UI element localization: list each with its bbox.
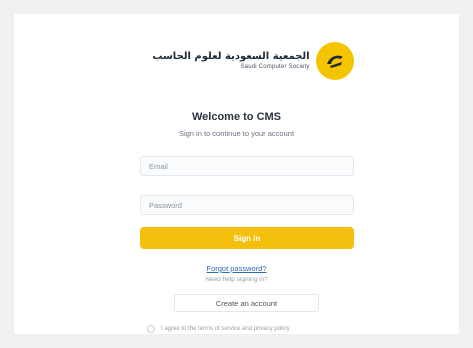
- logo-arabic-name: الجمعية السعودية لعلوم الحاسب: [152, 51, 310, 62]
- logo-mark-icon: [315, 42, 354, 80]
- password-field[interactable]: [140, 195, 354, 215]
- page-title: Welcome to CMS: [191, 111, 282, 123]
- logo-text: الجمعية السعودية لعلوم الحاسب Saudi Comp…: [152, 51, 309, 71]
- terms-row: I agree to the terms of service and priv…: [147, 323, 347, 335]
- login-card: الجمعية السعودية لعلوم الحاسب Saudi Comp…: [14, 14, 459, 334]
- create-account-button[interactable]: Create an account: [174, 294, 319, 312]
- terms-text: I agree to the terms of service and priv…: [161, 326, 290, 332]
- forgot-password-link[interactable]: Forgot password?: [14, 264, 459, 273]
- help-text: Need help signing in?: [205, 276, 268, 283]
- page-subtitle: Sign in to continue to your account: [178, 129, 295, 138]
- sign-in-button[interactable]: Sign in: [140, 227, 354, 249]
- terms-checkbox[interactable]: [147, 325, 155, 333]
- brand-logo: الجمعية السعودية لعلوم الحاسب Saudi Comp…: [138, 36, 368, 86]
- logo-english-name: Saudi Computer Society: [240, 64, 310, 70]
- email-field[interactable]: [140, 156, 354, 176]
